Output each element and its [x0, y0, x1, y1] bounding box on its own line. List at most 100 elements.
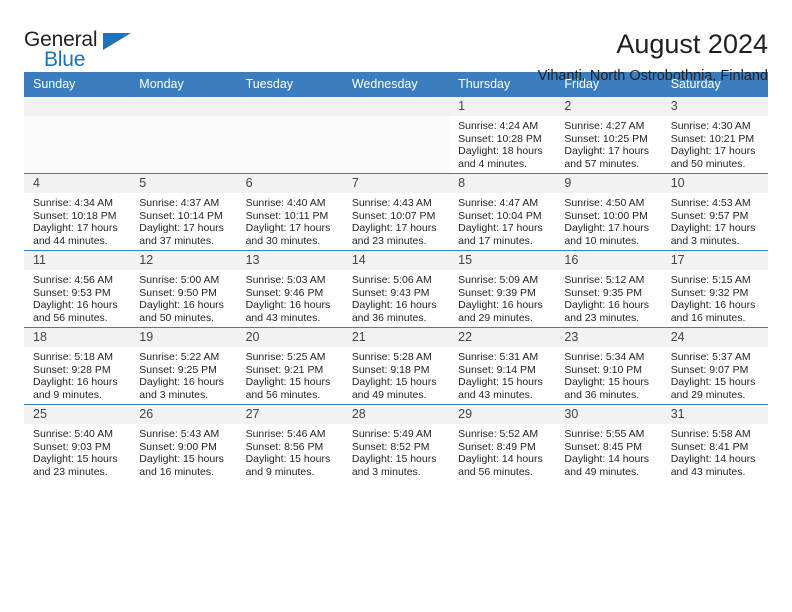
- day-detail-daylight2: and 3 minutes.: [139, 388, 209, 401]
- calendar-day-cell[interactable]: 25 Sunrise: 5:40 AM Sunset: 9:03 PM Dayligh…: [24, 404, 131, 481]
- day-cell-content: 12 Sunrise: 5:00 AM Sunset: 9:50 PM Dayligh…: [130, 251, 237, 327]
- day-details: Sunrise: 5:00 AM Sunset: 9:50 PM Daylight:…: [130, 270, 236, 324]
- day-details: Sunrise: 4:37 AM Sunset: 10:14 PM Daylight…: [130, 193, 236, 247]
- calendar-day-cell[interactable]: 11 Sunrise: 4:56 AM Sunset: 9:53 PM Dayligh…: [24, 250, 131, 328]
- calendar-day-cell[interactable]: 29 Sunrise: 5:52 AM Sunset: 8:49 PM Dayligh…: [449, 404, 556, 481]
- day-detail-sunrise: Sunrise: 5:09 AM: [458, 274, 539, 286]
- day-detail-daylight1: Daylight: 15 hours: [245, 453, 331, 466]
- calendar-day-cell[interactable]: 5 Sunrise: 4:37 AM Sunset: 10:14 PM Dayligh…: [130, 173, 237, 251]
- day-number: 8: [449, 174, 556, 193]
- day-detail-sunrise: Sunrise: 4:37 AM: [139, 197, 220, 209]
- day-details: [24, 116, 130, 120]
- calendar-table: Sunday Monday Tuesday Wednesday Thursday…: [24, 72, 768, 481]
- calendar-day-cell[interactable]: 22 Sunrise: 5:31 AM Sunset: 9:14 PM Dayligh…: [449, 327, 556, 405]
- day-details: Sunrise: 4:24 AM Sunset: 10:28 PM Daylight…: [449, 116, 555, 170]
- calendar-week-row: 11 Sunrise: 4:56 AM Sunset: 9:53 PM Dayligh…: [24, 250, 768, 328]
- calendar-day-cell[interactable]: 28 Sunrise: 5:49 AM Sunset: 8:52 PM Dayligh…: [342, 404, 450, 481]
- day-detail-sunrise: Sunrise: 5:52 AM: [458, 428, 539, 440]
- calendar-day-cell[interactable]: 6 Sunrise: 4:40 AM Sunset: 10:11 PM Dayligh…: [236, 173, 343, 251]
- calendar-day-cell[interactable]: 30 Sunrise: 5:55 AM Sunset: 8:45 PM Dayligh…: [555, 404, 662, 481]
- calendar-day-cell[interactable]: 27 Sunrise: 5:46 AM Sunset: 8:56 PM Dayligh…: [236, 404, 343, 481]
- calendar-day-cell[interactable]: 10 Sunrise: 4:53 AM Sunset: 9:57 PM Dayligh…: [661, 173, 768, 251]
- day-number: 28: [342, 405, 450, 424]
- day-detail-daylight2: and 4 minutes.: [458, 157, 528, 170]
- day-number: 16: [555, 251, 662, 270]
- day-detail-daylight1: Daylight: 14 hours: [564, 453, 650, 466]
- calendar-day-cell[interactable]: 12 Sunrise: 5:00 AM Sunset: 9:50 PM Dayligh…: [130, 250, 237, 328]
- day-detail-sunrise: Sunrise: 4:27 AM: [564, 120, 645, 132]
- day-detail-sunset: Sunset: 10:04 PM: [458, 209, 542, 222]
- day-number: 17: [661, 251, 768, 270]
- day-detail-daylight1: Daylight: 16 hours: [458, 299, 543, 312]
- day-detail-sunrise: Sunrise: 5:40 AM: [33, 428, 113, 440]
- calendar-day-cell[interactable]: 18 Sunrise: 5:18 AM Sunset: 9:28 PM Dayligh…: [24, 327, 131, 405]
- day-detail-daylight1: Daylight: 14 hours: [458, 453, 543, 466]
- calendar-week-row: 1 Sunrise: 4:24 AM Sunset: 10:28 PM Dayligh…: [24, 96, 768, 174]
- page-header: General Blue August 2024 Vihanti, North …: [24, 0, 768, 84]
- day-number: 29: [449, 405, 556, 424]
- calendar-day-cell[interactable]: 4 Sunrise: 4:34 AM Sunset: 10:18 PM Dayligh…: [24, 173, 131, 251]
- calendar-day-cell[interactable]: 1 Sunrise: 4:24 AM Sunset: 10:28 PM Dayligh…: [449, 96, 556, 174]
- day-cell-content: 11 Sunrise: 4:56 AM Sunset: 9:53 PM Dayligh…: [24, 251, 131, 327]
- day-cell-content: 3 Sunrise: 4:30 AM Sunset: 10:21 PM Dayligh…: [661, 97, 768, 173]
- day-detail-daylight2: and 43 minutes.: [458, 388, 533, 401]
- day-cell-content: 5 Sunrise: 4:37 AM Sunset: 10:14 PM Dayligh…: [130, 174, 237, 250]
- day-details: Sunrise: 5:52 AM Sunset: 8:49 PM Daylight:…: [449, 424, 555, 478]
- day-detail-sunrise: Sunrise: 5:46 AM: [245, 428, 326, 440]
- day-cell-content: [236, 97, 343, 173]
- day-detail-sunset: Sunset: 9:00 PM: [139, 440, 217, 453]
- day-detail-daylight1: Daylight: 16 hours: [564, 299, 650, 312]
- day-cell-content: 22 Sunrise: 5:31 AM Sunset: 9:14 PM Dayligh…: [449, 328, 556, 404]
- day-details: [130, 116, 236, 120]
- calendar-page: General Blue August 2024 Vihanti, North …: [0, 0, 792, 612]
- day-detail-daylight2: and 9 minutes.: [245, 465, 315, 478]
- calendar-day-cell[interactable]: 7 Sunrise: 4:43 AM Sunset: 10:07 PM Dayligh…: [342, 173, 450, 251]
- day-detail-daylight2: and 16 minutes.: [139, 465, 214, 478]
- calendar-day-cell[interactable]: 16 Sunrise: 5:12 AM Sunset: 9:35 PM Dayligh…: [555, 250, 662, 328]
- day-detail-sunrise: Sunrise: 5:06 AM: [351, 274, 432, 286]
- calendar-day-cell[interactable]: 2 Sunrise: 4:27 AM Sunset: 10:25 PM Dayligh…: [555, 96, 662, 174]
- calendar-day-cell[interactable]: 3 Sunrise: 4:30 AM Sunset: 10:21 PM Dayligh…: [661, 96, 768, 174]
- calendar-day-cell[interactable]: 23 Sunrise: 5:34 AM Sunset: 9:10 PM Dayligh…: [555, 327, 662, 405]
- calendar-day-cell[interactable]: 14 Sunrise: 5:06 AM Sunset: 9:43 PM Dayligh…: [342, 250, 450, 328]
- day-detail-sunset: Sunset: 9:39 PM: [458, 286, 536, 299]
- day-detail-sunrise: Sunrise: 5:43 AM: [139, 428, 220, 440]
- day-detail-daylight1: Daylight: 16 hours: [670, 299, 756, 312]
- day-detail-daylight1: Daylight: 17 hours: [564, 222, 650, 235]
- day-details: Sunrise: 5:28 AM Sunset: 9:18 PM Daylight:…: [343, 347, 449, 401]
- day-number: 18: [24, 328, 131, 347]
- calendar-day-cell[interactable]: 26 Sunrise: 5:43 AM Sunset: 9:00 PM Dayligh…: [130, 404, 237, 481]
- day-cell-content: [24, 97, 131, 173]
- calendar-day-cell[interactable]: 13 Sunrise: 5:03 AM Sunset: 9:46 PM Dayligh…: [236, 250, 343, 328]
- day-detail-daylight2: and 10 minutes.: [564, 234, 640, 247]
- day-detail-daylight1: Daylight: 15 hours: [351, 453, 437, 466]
- day-details: Sunrise: 5:55 AM Sunset: 8:45 PM Daylight:…: [555, 424, 661, 478]
- calendar-day-cell-empty: [24, 96, 131, 174]
- day-number: 27: [236, 405, 343, 424]
- calendar-day-cell[interactable]: 17 Sunrise: 5:15 AM Sunset: 9:32 PM Dayligh…: [661, 250, 768, 328]
- brand-logo[interactable]: General Blue: [24, 28, 144, 74]
- day-detail-daylight1: Daylight: 17 hours: [564, 145, 650, 158]
- calendar-week-row: 4 Sunrise: 4:34 AM Sunset: 10:18 PM Dayligh…: [24, 173, 768, 251]
- calendar-day-cell[interactable]: 19 Sunrise: 5:22 AM Sunset: 9:25 PM Dayligh…: [130, 327, 237, 405]
- day-cell-content: 31 Sunrise: 5:58 AM Sunset: 8:41 PM Dayligh…: [661, 405, 768, 481]
- day-detail-sunrise: Sunrise: 5:15 AM: [670, 274, 751, 286]
- day-detail-daylight1: Daylight: 14 hours: [670, 453, 756, 466]
- calendar-day-cell[interactable]: 20 Sunrise: 5:25 AM Sunset: 9:21 PM Dayligh…: [236, 327, 343, 405]
- calendar-day-cell[interactable]: 9 Sunrise: 4:50 AM Sunset: 10:00 PM Dayligh…: [555, 173, 662, 251]
- day-cell-content: 6 Sunrise: 4:40 AM Sunset: 10:11 PM Dayligh…: [236, 174, 343, 250]
- calendar-day-cell[interactable]: 8 Sunrise: 4:47 AM Sunset: 10:04 PM Dayligh…: [449, 173, 556, 251]
- day-detail-daylight1: Daylight: 17 hours: [245, 222, 331, 235]
- calendar-day-cell[interactable]: 31 Sunrise: 5:58 AM Sunset: 8:41 PM Dayligh…: [661, 404, 768, 481]
- day-cell-content: 30 Sunrise: 5:55 AM Sunset: 8:45 PM Dayligh…: [555, 405, 662, 481]
- calendar-day-cell[interactable]: 21 Sunrise: 5:28 AM Sunset: 9:18 PM Dayligh…: [342, 327, 450, 405]
- day-detail-sunrise: Sunrise: 4:40 AM: [245, 197, 326, 209]
- day-detail-sunset: Sunset: 9:35 PM: [564, 286, 643, 299]
- day-details: Sunrise: 5:22 AM Sunset: 9:25 PM Daylight:…: [130, 347, 236, 401]
- calendar-day-cell[interactable]: 15 Sunrise: 5:09 AM Sunset: 9:39 PM Dayligh…: [449, 250, 556, 328]
- day-number: [24, 97, 131, 116]
- day-detail-daylight2: and 3 minutes.: [351, 465, 421, 478]
- brand-name-blue: Blue: [44, 48, 86, 71]
- calendar-day-cell[interactable]: 24 Sunrise: 5:37 AM Sunset: 9:07 PM Dayligh…: [661, 327, 768, 405]
- day-detail-sunset: Sunset: 8:41 PM: [670, 440, 749, 453]
